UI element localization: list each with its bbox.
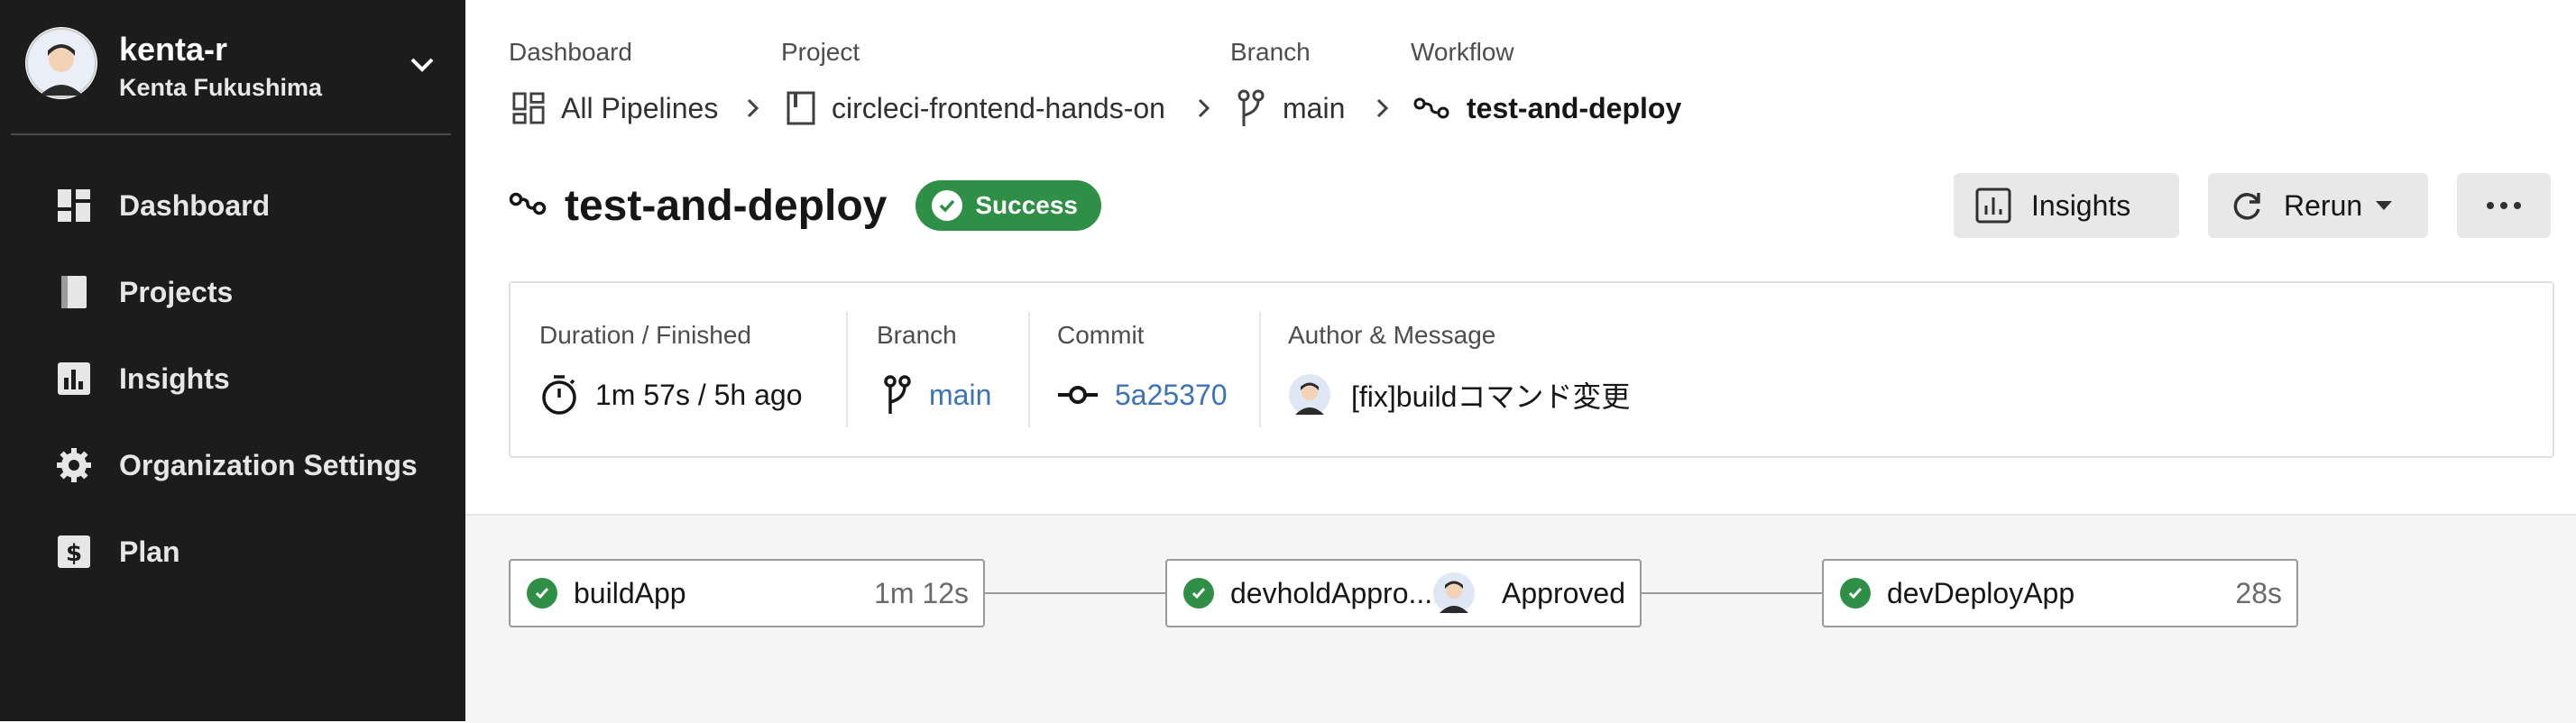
breadcrumb-text: circleci-frontend-hands-on <box>832 91 1165 124</box>
book-icon <box>56 274 92 310</box>
job-name: buildApp <box>574 576 686 609</box>
status-badge: Success <box>915 180 1101 231</box>
job-name: devDeployApp <box>1887 576 2075 609</box>
refresh-icon <box>2230 188 2264 223</box>
duration-value: 1m 57s / 5h ago <box>595 378 803 411</box>
sidebar-item-plan[interactable]: $ Plan <box>56 525 180 579</box>
commit-value: 5a25370 <box>1115 378 1228 411</box>
breadcrumb-label-branch: Branch <box>1230 38 1311 66</box>
breadcrumb-label-dashboard: Dashboard <box>509 38 632 66</box>
dashboard-icon <box>512 92 545 124</box>
git-commit-icon <box>1057 384 1099 406</box>
author-label: Author & Message <box>1288 321 1496 349</box>
sidebar: kenta-r Kenta Fukushima Dashboard Projec… <box>0 0 465 721</box>
check-icon <box>1840 578 1871 609</box>
more-options-button[interactable] <box>2457 173 2551 238</box>
user-full-name: Kenta Fukushima <box>119 74 323 101</box>
approver-avatar <box>1432 572 1476 615</box>
workflow-icon <box>1412 95 1450 122</box>
check-icon <box>527 578 557 609</box>
chevron-right-icon <box>741 94 765 123</box>
insights-button[interactable]: Insights <box>1954 173 2179 238</box>
duration-value-row: 1m 57s / 5h ago <box>539 370 802 420</box>
breadcrumb-workflow[interactable]: test-and-deploy <box>1412 87 1681 130</box>
author-avatar <box>1288 373 1331 416</box>
rerun-button[interactable]: Rerun <box>2208 173 2428 238</box>
commit-link[interactable]: 5a25370 <box>1057 370 1228 420</box>
breadcrumb-label-workflow: Workflow <box>1411 38 1514 66</box>
breadcrumb-project[interactable]: circleci-frontend-hands-on <box>787 87 1165 130</box>
chevron-right-icon <box>1192 94 1216 123</box>
column-divider <box>846 312 848 427</box>
sidebar-item-label: Insights <box>119 362 230 395</box>
job-duration: 28s <box>2235 576 2282 609</box>
chevron-right-icon <box>1371 94 1394 123</box>
sidebar-item-projects[interactable]: Projects <box>56 265 233 319</box>
duration-label: Duration / Finished <box>539 321 752 349</box>
sidebar-item-label: Plan <box>119 535 180 568</box>
gear-icon <box>56 447 92 483</box>
commit-message: [fix]buildコマンド変更 <box>1351 380 1631 413</box>
book-icon <box>787 91 815 125</box>
bar-chart-icon <box>1975 188 2011 224</box>
user-avatar <box>25 27 97 99</box>
branch-value: main <box>929 378 992 411</box>
job-dev-deploy-app[interactable]: devDeployApp 28s <box>1822 559 2298 627</box>
svg-text:$: $ <box>66 540 82 567</box>
status-text: Success <box>975 191 1078 219</box>
dashboard-icon <box>56 188 92 224</box>
job-name: devholdAppro... <box>1230 576 1433 609</box>
timer-icon <box>539 374 579 416</box>
more-horizontal-icon <box>2486 201 2522 210</box>
breadcrumb-all-pipelines[interactable]: All Pipelines <box>512 87 718 130</box>
dollar-icon: $ <box>56 534 92 570</box>
check-icon <box>932 190 963 221</box>
breadcrumb-text: main <box>1283 91 1346 124</box>
breadcrumb-text: All Pipelines <box>561 91 719 124</box>
approval-status: Approved <box>1502 576 1625 609</box>
bar-chart-icon <box>56 361 92 397</box>
workflow-header: test-and-deploy Success <box>509 177 1101 234</box>
chevron-down-icon[interactable] <box>404 47 440 83</box>
sidebar-item-dashboard[interactable]: Dashboard <box>56 178 270 233</box>
job-connector <box>1642 592 1824 594</box>
check-icon <box>1183 578 1214 609</box>
page-title: test-and-deploy <box>565 181 888 230</box>
insights-label: Insights <box>2031 188 2131 222</box>
sidebar-item-insights[interactable]: Insights <box>56 352 230 406</box>
rerun-label: Rerun <box>2284 188 2363 222</box>
branch-label: Branch <box>877 321 957 349</box>
git-branch-icon <box>1236 88 1266 128</box>
author-message-row: [fix]buildコマンド変更 <box>1288 370 1630 420</box>
job-duration: 1m 12s <box>874 576 969 609</box>
user-menu[interactable]: kenta-r Kenta Fukushima <box>25 27 440 105</box>
job-devhold-approval[interactable]: devholdAppro... Approved <box>1165 559 1642 627</box>
username: kenta-r <box>119 31 228 68</box>
commit-label: Commit <box>1057 321 1145 349</box>
job-connector <box>985 592 1167 594</box>
sidebar-divider <box>11 133 451 135</box>
sidebar-item-label: Dashboard <box>119 188 271 222</box>
sidebar-item-label: Organization Settings <box>119 448 418 481</box>
branch-link[interactable]: main <box>882 370 991 420</box>
git-branch-icon <box>882 374 913 416</box>
sidebar-item-organization-settings[interactable]: Organization Settings <box>56 438 418 492</box>
breadcrumb-branch[interactable]: main <box>1236 87 1345 130</box>
breadcrumb-text: test-and-deploy <box>1467 91 1682 124</box>
job-build-app[interactable]: buildApp 1m 12s <box>509 559 985 627</box>
column-divider <box>1259 312 1261 427</box>
column-divider <box>1028 312 1030 427</box>
breadcrumb-label-project: Project <box>781 38 860 66</box>
workflow-icon <box>509 188 547 224</box>
caret-down-icon <box>2375 199 2393 212</box>
workflow-summary-card: Duration / Finished 1m 57s / 5h ago Bran… <box>509 281 2554 458</box>
sidebar-item-label: Projects <box>119 275 234 308</box>
